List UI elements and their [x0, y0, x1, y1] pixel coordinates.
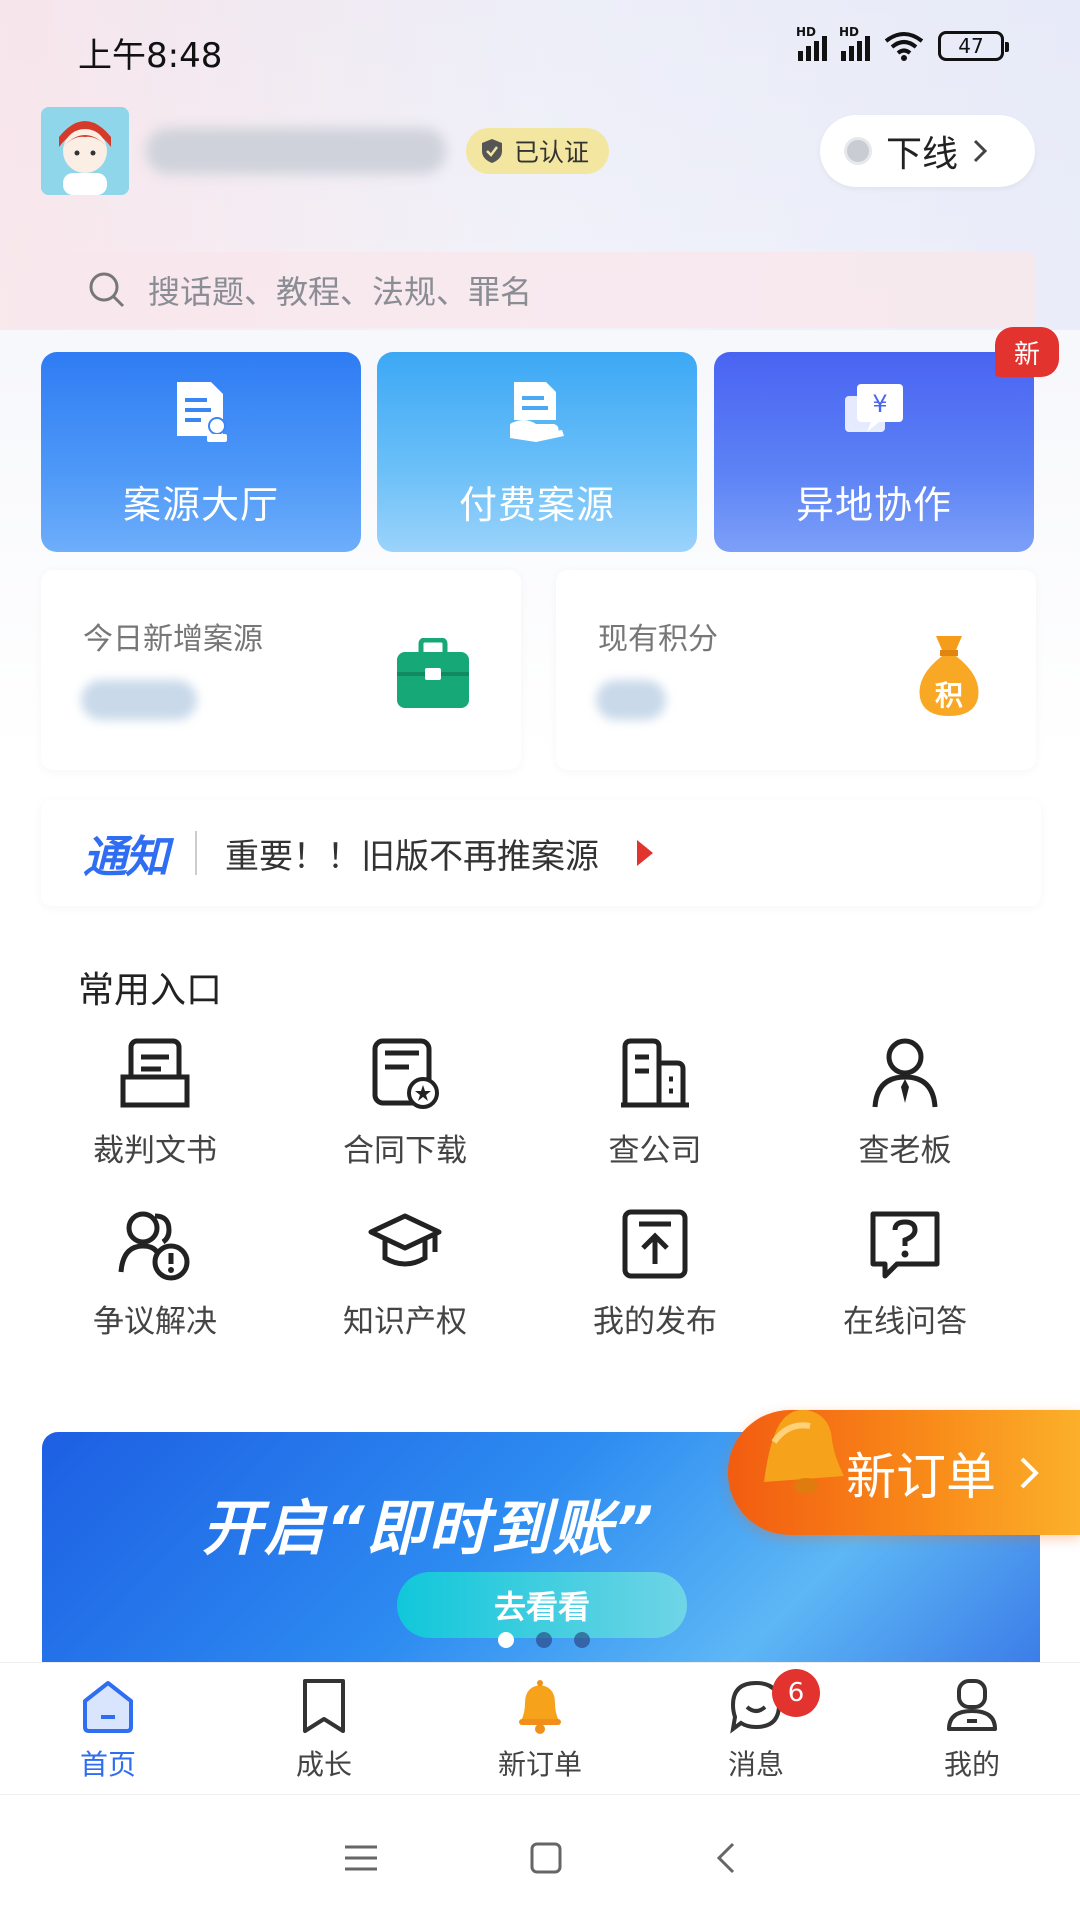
search-input[interactable]: 搜话题、教程、法规、罪名	[48, 252, 1035, 328]
notice-text: 重要！！旧版不再推案源	[225, 836, 599, 877]
quick-entry-label: 知识产权	[343, 1304, 467, 1340]
quick-entry-dispute[interactable]: 争议解决	[30, 1206, 280, 1341]
new-order-float-label: 新订单	[846, 1447, 996, 1506]
bell-icon	[519, 1680, 561, 1734]
quick-entry-company[interactable]: 查公司	[530, 1035, 780, 1170]
quick-entry-publish[interactable]: 我的发布	[530, 1206, 780, 1341]
pager-dot[interactable]	[536, 1632, 552, 1648]
new-tag: 新	[995, 327, 1059, 377]
search-placeholder: 搜话题、教程、法规、罪名	[148, 273, 533, 311]
points-value-redacted	[596, 680, 666, 720]
system-nav-bar	[0, 1794, 1080, 1920]
paid-cases-card[interactable]: 付费案源	[377, 352, 697, 552]
quick-entry-label: 查公司	[608, 1133, 702, 1169]
verified-badge: 已认证	[466, 128, 610, 174]
user-name-redacted	[146, 128, 446, 174]
chevron-right-icon	[973, 139, 988, 163]
money-bag-icon: 积	[914, 632, 984, 718]
publish-icon	[622, 1209, 688, 1279]
tab-home[interactable]: 首页	[0, 1663, 216, 1794]
notice-logo: 通知	[83, 832, 169, 883]
bookmark-icon	[303, 1679, 345, 1733]
quick-entry-label: 合同下载	[343, 1133, 467, 1169]
signal-icon: HD	[796, 25, 827, 61]
shield-check-icon	[482, 139, 502, 163]
tab-profile[interactable]: 我的	[864, 1663, 1080, 1794]
banner-pager	[498, 1632, 590, 1648]
remote-collab-card[interactable]: ¥ 异地协作	[714, 352, 1034, 552]
verified-label: 已认证	[514, 138, 590, 167]
offline-button[interactable]: 下线	[820, 115, 1035, 187]
pager-dot[interactable]	[498, 1632, 514, 1648]
quick-entry-label: 我的发布	[593, 1304, 717, 1340]
bottom-tab-bar: 首页 成长 新订单 6 消息 我的	[0, 1662, 1080, 1794]
quick-entry-panel: 常用入口 裁判文书 合同下载 查公司 查老板 争议解决 知识产权 我的发布 在线…	[30, 925, 1050, 1395]
today-new-cases-value-redacted	[81, 680, 197, 720]
search-icon	[89, 272, 125, 308]
signal-icon: HD	[839, 25, 870, 61]
tab-new-order[interactable]: 新订单	[432, 1663, 648, 1794]
quick-entry-boss[interactable]: 查老板	[780, 1035, 1030, 1170]
banner-title: 开启“即时到账”	[202, 1494, 656, 1564]
quick-entry-title: 常用入口	[78, 970, 223, 1011]
notice-divider	[195, 831, 197, 875]
svg-text:¥: ¥	[872, 390, 887, 418]
remote-collab-label: 异地协作	[795, 483, 952, 527]
points-label: 现有积分	[598, 622, 718, 657]
today-new-cases-card[interactable]: 今日新增案源	[41, 570, 521, 770]
notice-bar[interactable]: 通知 重要！！旧版不再推案源	[41, 800, 1041, 906]
paid-document-icon	[510, 382, 564, 442]
points-icon-text: 积	[934, 679, 963, 712]
tab-label: 新订单	[497, 1748, 582, 1781]
banner-button[interactable]: 去看看	[397, 1572, 687, 1638]
quick-entry-label: 查老板	[858, 1133, 952, 1169]
yen-chat-icon: ¥	[845, 384, 903, 432]
message-count-badge: 6	[772, 1669, 820, 1717]
tab-label: 我的	[943, 1748, 1000, 1781]
back-icon[interactable]	[713, 1840, 737, 1876]
play-arrow-icon	[637, 840, 653, 866]
quick-entry-qa[interactable]: 在线问答	[780, 1206, 1030, 1341]
offline-label: 下线	[886, 134, 959, 175]
tab-label: 消息	[727, 1748, 784, 1781]
status-icons: HD HD 47	[796, 25, 1009, 62]
quick-entry-ip[interactable]: 知识产权	[280, 1206, 530, 1341]
avatar-image	[41, 107, 129, 195]
briefcase-icon	[397, 638, 469, 708]
boss-icon	[872, 1038, 938, 1108]
quick-entry-label: 在线问答	[843, 1304, 967, 1340]
tab-messages[interactable]: 6 消息	[648, 1663, 864, 1794]
case-hall-label: 案源大厅	[122, 483, 279, 527]
company-icon	[621, 1038, 689, 1108]
dispute-icon	[118, 1211, 190, 1281]
chevron-right-icon	[1020, 1457, 1039, 1488]
points-card[interactable]: 现有积分 积	[556, 570, 1036, 770]
quick-entry-contract[interactable]: 合同下载	[280, 1035, 530, 1170]
contract-icon	[372, 1038, 439, 1109]
quick-entry-label: 争议解决	[93, 1304, 217, 1340]
avatar[interactable]	[41, 107, 129, 195]
quick-entry-judgment[interactable]: 裁判文书	[30, 1035, 280, 1170]
bell-icon	[764, 1409, 844, 1494]
quick-entry-label: 裁判文书	[93, 1133, 217, 1169]
pager-dot[interactable]	[574, 1632, 590, 1648]
case-document-icon	[177, 382, 227, 442]
tab-label: 首页	[79, 1748, 136, 1781]
home-square-icon[interactable]	[529, 1841, 563, 1875]
menu-icon[interactable]	[343, 1843, 379, 1873]
case-hall-card[interactable]: 案源大厅	[41, 352, 361, 552]
status-dot-icon	[844, 137, 872, 165]
profile-icon	[947, 1679, 997, 1731]
tab-label: 成长	[295, 1748, 352, 1781]
today-new-cases-label: 今日新增案源	[83, 622, 263, 657]
tab-growth[interactable]: 成长	[216, 1663, 432, 1794]
judgment-doc-icon	[120, 1038, 190, 1108]
paid-cases-label: 付费案源	[458, 483, 615, 527]
wifi-icon	[884, 32, 924, 61]
battery-icon: 47	[938, 31, 1009, 61]
graduation-cap-icon	[368, 1213, 442, 1267]
home-icon	[83, 1681, 133, 1733]
status-time: 上午8:48	[78, 36, 223, 76]
question-icon	[870, 1211, 940, 1279]
